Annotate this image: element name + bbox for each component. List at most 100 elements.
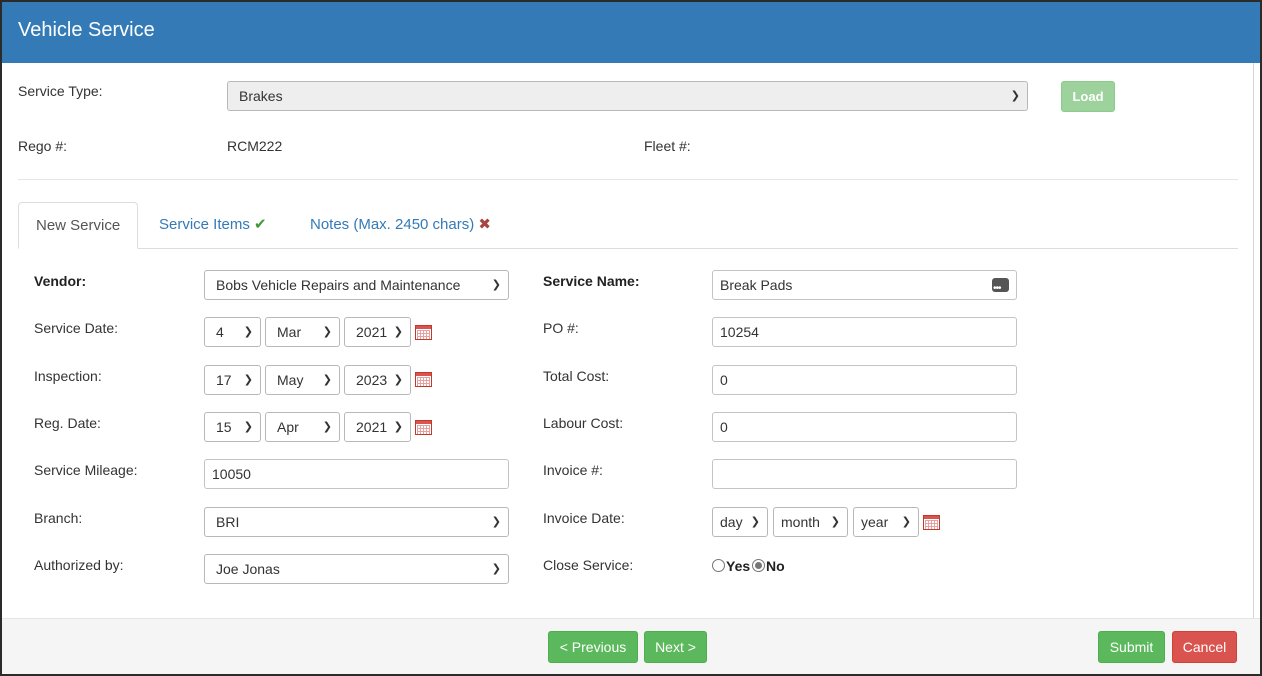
service-date-day-value: 4	[216, 324, 224, 340]
service-name-label: Service Name:	[543, 273, 640, 289]
inspection-year-value: 2023	[356, 372, 388, 388]
authorized-by-label: Authorized by:	[34, 557, 124, 573]
chevron-down-icon: ❯	[243, 421, 253, 433]
tab-new-service[interactable]: New Service	[18, 202, 139, 249]
next-button[interactable]: Next >	[644, 631, 707, 663]
tab-service-items-label: Service Items	[159, 216, 250, 233]
chevron-down-icon: ❯	[243, 326, 253, 338]
inspection-day-select[interactable]: 17 ❯	[204, 365, 261, 395]
chevron-down-icon: ❯	[901, 516, 911, 528]
invoice-no-input[interactable]	[712, 459, 1017, 489]
calendar-icon[interactable]	[415, 372, 432, 387]
service-date-label: Service Date:	[34, 320, 119, 336]
service-date-year-select[interactable]: 2021 ❯	[344, 317, 411, 347]
chevron-down-icon: ❯	[322, 374, 332, 386]
reg-date-year-value: 2021	[356, 419, 388, 435]
po-label: PO #:	[543, 320, 579, 336]
labour-cost-input[interactable]: 0	[712, 412, 1017, 442]
chevron-down-icon: ❯	[491, 516, 501, 528]
service-name-input[interactable]: Break Pads	[712, 270, 1017, 303]
check-icon: ✔	[254, 216, 267, 233]
close-service-label: Close Service:	[543, 557, 634, 573]
invoice-date-month-select[interactable]: month ❯	[773, 507, 848, 537]
service-mileage-input[interactable]: 10050	[204, 459, 509, 489]
dialog-footer: < Previous Next > Submit Cancel	[2, 618, 1260, 674]
total-cost-value: 0	[720, 372, 728, 388]
chevron-down-icon: ❯	[243, 374, 253, 386]
tab-notes-label: Notes (Max. 2450 chars)	[310, 216, 475, 233]
close-service-yes-radio[interactable]	[712, 559, 725, 572]
branch-label: Branch:	[34, 510, 83, 526]
invoice-date-year-value: year	[861, 514, 889, 530]
service-mileage-value: 10050	[212, 466, 251, 482]
tab-new-service-label: New Service	[36, 217, 121, 234]
dialog-title: Vehicle Service	[18, 19, 155, 41]
calendar-icon[interactable]	[923, 515, 940, 530]
labour-cost-label: Labour Cost:	[543, 415, 624, 431]
calendar-icon[interactable]	[415, 420, 432, 435]
vehicle-service-dialog: Vehicle Service Service Type: Brakes ❯ L…	[0, 0, 1262, 676]
chevron-down-icon: ❯	[393, 421, 403, 433]
authorized-by-value: Joe Jonas	[216, 561, 280, 577]
inspection-label: Inspection:	[34, 368, 102, 384]
vendor-select[interactable]: Bobs Vehicle Repairs and Maintenance ❯	[204, 270, 509, 300]
chevron-down-icon: ❯	[750, 516, 760, 528]
close-service-no-label[interactable]: No	[766, 558, 785, 574]
tab-service-items[interactable]: Service Items ✔	[142, 202, 284, 249]
service-type-select[interactable]: Brakes ❯	[227, 81, 1028, 111]
vendor-value: Bobs Vehicle Repairs and Maintenance	[216, 277, 461, 293]
vendor-label: Vendor:	[34, 273, 87, 289]
total-cost-label: Total Cost:	[543, 368, 610, 384]
calendar-icon[interactable]	[415, 325, 432, 340]
inspection-year-select[interactable]: 2023 ❯	[344, 365, 411, 395]
chevron-down-icon: ❯	[491, 279, 501, 291]
previous-button[interactable]: < Previous	[548, 631, 638, 663]
invoice-date-day-value: day	[720, 514, 743, 530]
service-date-month-select[interactable]: Mar ❯	[265, 317, 340, 347]
reg-date-year-select[interactable]: 2021 ❯	[344, 412, 411, 442]
chevron-down-icon: ❯	[322, 326, 332, 338]
invoice-date-year-select[interactable]: year ❯	[853, 507, 919, 537]
reg-date-month-select[interactable]: Apr ❯	[265, 412, 340, 442]
service-date-day-select[interactable]: 4 ❯	[204, 317, 261, 347]
invoice-date-label: Invoice Date:	[543, 510, 625, 526]
service-mileage-label: Service Mileage:	[34, 462, 138, 478]
service-name-value: Break Pads	[720, 277, 793, 293]
dialog-header: Vehicle Service	[2, 2, 1260, 63]
close-service-no-radio[interactable]	[752, 559, 765, 572]
branch-select[interactable]: BRI ❯	[204, 507, 509, 537]
chevron-down-icon: ❯	[491, 563, 501, 575]
invoice-no-label: Invoice #:	[543, 462, 603, 478]
tab-notes[interactable]: Notes (Max. 2450 chars) ✖	[293, 202, 508, 249]
scrollbar[interactable]	[1253, 63, 1260, 618]
divider	[18, 179, 1238, 180]
cross-icon: ✖	[478, 216, 491, 233]
service-type-label: Service Type:	[18, 83, 103, 99]
load-button[interactable]: Load	[1061, 81, 1115, 112]
chevron-down-icon: ❯	[1010, 90, 1020, 102]
rego-value: RCM222	[227, 138, 283, 154]
reg-date-day-value: 15	[216, 419, 232, 435]
chevron-down-icon: ❯	[393, 326, 403, 338]
inspection-month-select[interactable]: May ❯	[265, 365, 340, 395]
total-cost-input[interactable]: 0	[712, 365, 1017, 395]
authorized-by-select[interactable]: Joe Jonas ❯	[204, 554, 509, 584]
service-type-value: Brakes	[239, 88, 283, 104]
reg-date-label: Reg. Date:	[34, 415, 101, 431]
po-value: 10254	[720, 324, 759, 340]
invoice-date-month-value: month	[781, 514, 820, 530]
branch-value: BRI	[216, 514, 240, 530]
service-date-month-value: Mar	[277, 324, 302, 340]
chevron-down-icon: ❯	[322, 421, 332, 433]
inspection-month-value: May	[277, 372, 304, 388]
inspection-day-value: 17	[216, 372, 232, 388]
po-input[interactable]: 10254	[712, 317, 1017, 347]
cancel-button[interactable]: Cancel	[1172, 631, 1237, 663]
service-date-year-value: 2021	[356, 324, 388, 340]
reg-date-day-select[interactable]: 15 ❯	[204, 412, 261, 442]
submit-button[interactable]: Submit	[1098, 631, 1165, 663]
invoice-date-day-select[interactable]: day ❯	[712, 507, 768, 537]
close-service-yes-label[interactable]: Yes	[726, 558, 750, 574]
ellipsis-icon[interactable]	[992, 275, 1009, 303]
labour-cost-value: 0	[720, 419, 728, 435]
